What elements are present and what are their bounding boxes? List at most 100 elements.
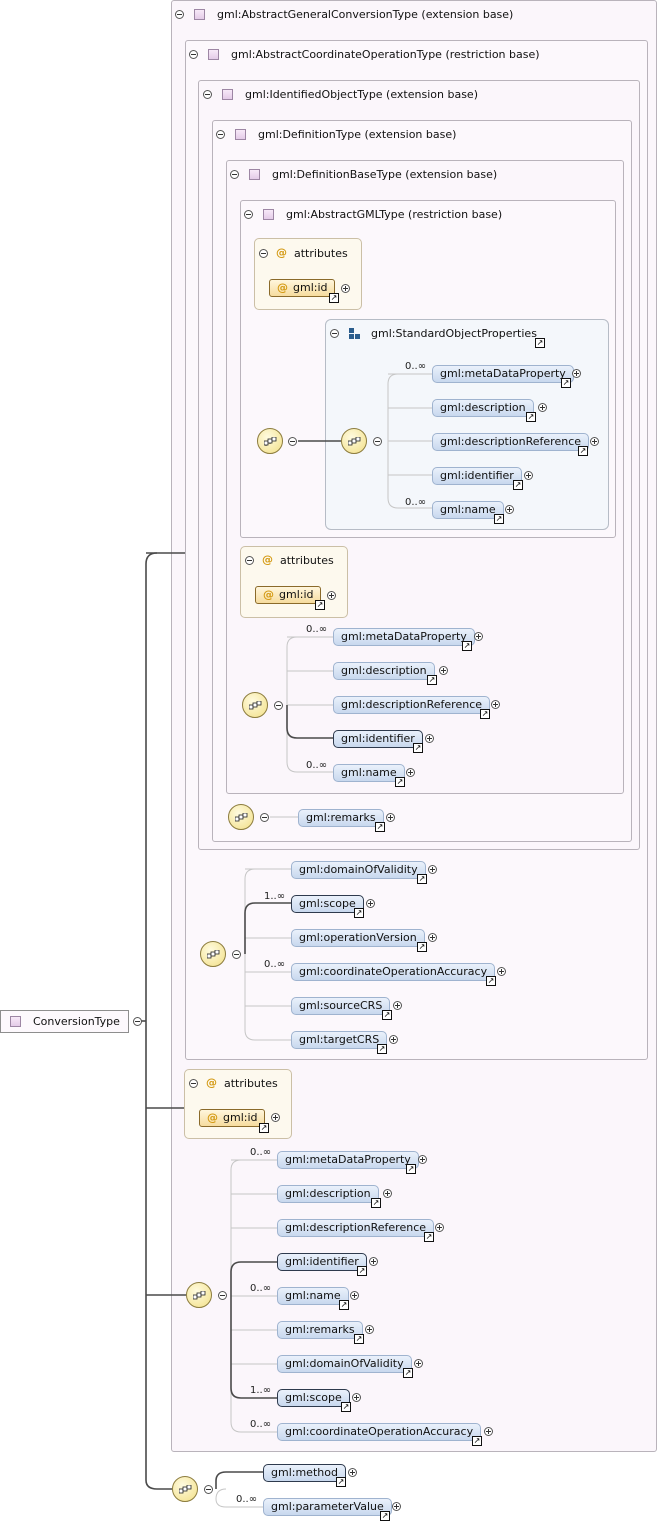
reference-arrow-icon[interactable]: ↗ [472,1436,482,1446]
reference-arrow-icon[interactable]: ↗ [382,1010,392,1020]
collapse-icon[interactable] [274,701,283,710]
element-remarks[interactable]: gml:remarks [277,1321,363,1339]
expand-plus-icon[interactable] [524,471,533,480]
reference-arrow-icon[interactable]: ↗ [371,1198,381,1208]
expand-plus-icon[interactable] [474,632,483,641]
element-metadataproperty[interactable]: gml:metaDataProperty [333,628,475,646]
element-description[interactable]: gml:description [333,662,435,680]
element-sourcecrs[interactable]: gml:sourceCRS [291,997,391,1015]
reference-arrow-icon[interactable]: ↗ [395,777,405,787]
collapse-icon[interactable] [373,437,382,446]
sequence-compositor-icon[interactable] [172,1476,198,1502]
element-description[interactable]: gml:description [432,399,534,417]
reference-arrow-icon[interactable]: ↗ [354,908,364,918]
expand-plus-icon[interactable] [428,933,437,942]
collapse-icon[interactable] [260,813,269,822]
element-name[interactable]: gml:name [432,501,504,519]
expand-plus-icon[interactable] [425,734,434,743]
element-identifier[interactable]: gml:identifier [432,467,522,485]
collapse-icon[interactable] [204,1485,213,1494]
element-domainofvalidity[interactable]: gml:domainOfValidity [291,861,426,879]
reference-arrow-icon[interactable]: ↗ [406,1164,416,1174]
reference-arrow-icon[interactable]: ↗ [339,1300,349,1310]
expand-plus-icon[interactable] [439,666,448,675]
expand-plus-icon[interactable] [538,403,547,412]
element-scope[interactable]: gml:scope [291,895,364,913]
expand-plus-icon[interactable] [484,1427,493,1436]
expand-plus-icon[interactable] [414,1359,423,1368]
reference-arrow-icon[interactable]: ↗ [526,412,536,422]
expand-plus-icon[interactable] [383,1189,392,1198]
reference-arrow-icon[interactable]: ↗ [377,1044,387,1054]
expand-plus-icon[interactable] [352,1393,361,1402]
element-remarks[interactable]: gml:remarks [298,809,384,827]
reference-arrow-icon[interactable]: ↗ [375,822,385,832]
sequence-compositor-icon[interactable] [228,804,254,830]
expand-plus-icon[interactable] [428,865,437,874]
reference-arrow-icon[interactable]: ↗ [561,378,571,388]
expand-plus-icon[interactable] [572,369,581,378]
element-domainofvalidity[interactable]: gml:domainOfValidity [277,1355,412,1373]
expand-plus-icon[interactable] [365,1325,374,1334]
reference-arrow-icon[interactable]: ↗ [417,942,427,952]
reference-arrow-icon[interactable]: ↗ [341,1402,351,1412]
element-identifier[interactable]: gml:identifier [277,1253,367,1271]
expand-plus-icon[interactable] [497,967,506,976]
collapse-icon[interactable] [232,950,241,959]
reference-arrow-icon[interactable]: ↗ [417,874,427,884]
reference-arrow-icon[interactable]: ↗ [486,976,496,986]
sequence-compositor-icon[interactable] [200,941,226,967]
expand-plus-icon[interactable] [348,1468,357,1477]
element-descriptionreference[interactable]: gml:descriptionReference [333,696,491,714]
reference-arrow-icon[interactable]: ↗ [578,446,588,456]
reference-arrow-icon[interactable]: ↗ [357,1266,367,1276]
reference-arrow-icon[interactable]: ↗ [494,514,504,524]
element-parametervalue[interactable]: gml:parameterValue [263,1498,392,1516]
element-targetcrs[interactable]: gml:targetCRS [291,1031,388,1049]
collapse-icon[interactable] [288,437,297,446]
expand-plus-icon[interactable] [505,505,514,514]
element-name[interactable]: gml:name [333,764,405,782]
element-descriptionreference[interactable]: gml:descriptionReference [277,1219,435,1237]
expand-plus-icon[interactable] [350,1291,359,1300]
element-coordinateoperationaccuracy[interactable]: gml:coordinateOperationAccuracy [277,1423,482,1441]
reference-arrow-icon[interactable]: ↗ [403,1368,413,1378]
element-method[interactable]: gml:method [263,1464,346,1482]
element-description[interactable]: gml:description [277,1185,379,1203]
reference-arrow-icon[interactable]: ↗ [413,743,423,753]
sequence-compositor-icon[interactable] [341,428,367,454]
expand-plus-icon[interactable] [418,1155,427,1164]
element-metadataproperty[interactable]: gml:metaDataProperty [277,1151,419,1169]
reference-arrow-icon[interactable]: ↗ [427,675,437,685]
collapse-icon[interactable] [218,1291,227,1300]
reference-arrow-icon[interactable]: ↗ [513,480,523,490]
expand-plus-icon[interactable] [406,768,415,777]
collapse-icon[interactable] [133,1017,142,1026]
reference-arrow-icon[interactable]: ↗ [380,1511,390,1521]
reference-arrow-icon[interactable]: ↗ [354,1334,364,1344]
reference-arrow-icon[interactable]: ↗ [424,1232,434,1242]
expand-plus-icon[interactable] [491,700,500,709]
element-scope[interactable]: gml:scope [277,1389,350,1407]
element-name[interactable]: gml:name [277,1287,349,1305]
reference-arrow-icon[interactable]: ↗ [336,1477,346,1487]
expand-plus-icon[interactable] [389,1035,398,1044]
expand-plus-icon[interactable] [369,1257,378,1266]
conversion-type-root[interactable]: ConversionType [0,1010,129,1033]
expand-plus-icon[interactable] [435,1223,444,1232]
reference-arrow-icon[interactable]: ↗ [462,641,472,651]
expand-plus-icon[interactable] [386,813,395,822]
expand-plus-icon[interactable] [393,1001,402,1010]
sequence-compositor-icon[interactable] [186,1282,212,1308]
sequence-compositor-icon[interactable] [242,692,268,718]
expand-plus-icon[interactable] [590,437,599,446]
reference-arrow-icon[interactable]: ↗ [480,709,490,719]
expand-plus-icon[interactable] [366,899,375,908]
element-metadataproperty[interactable]: gml:metaDataProperty [432,365,574,383]
element-coordinateoperationaccuracy[interactable]: gml:coordinateOperationAccuracy [291,963,496,981]
sequence-compositor-icon[interactable] [257,428,283,454]
element-operationversion[interactable]: gml:operationVersion [291,929,425,947]
expand-plus-icon[interactable] [392,1502,401,1511]
element-identifier[interactable]: gml:identifier [333,730,423,748]
element-descriptionreference[interactable]: gml:descriptionReference [432,433,590,451]
